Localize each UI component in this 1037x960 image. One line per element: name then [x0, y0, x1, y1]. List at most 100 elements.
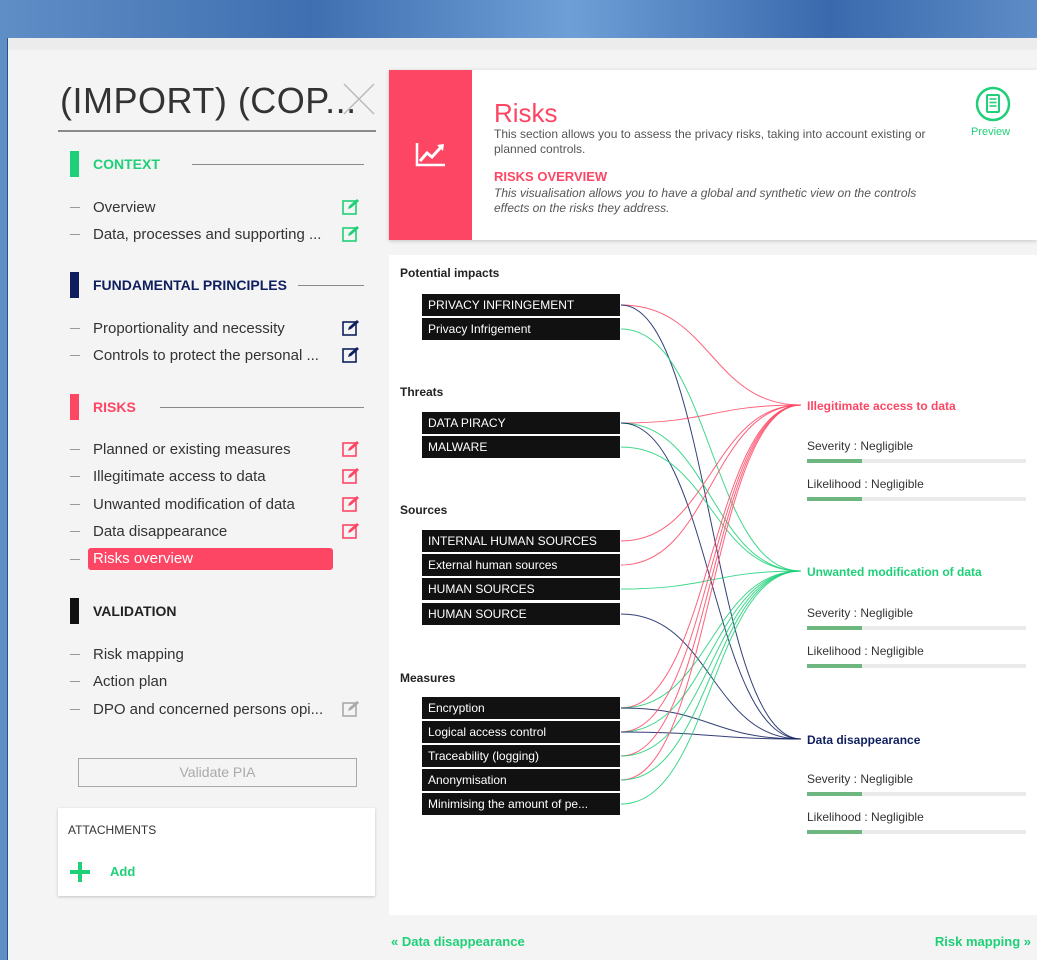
previous-section-link[interactable]: « Data disappearance: [391, 934, 525, 949]
edit-icon[interactable]: [342, 495, 360, 512]
pia-title: (IMPORT) (COP...: [58, 78, 376, 132]
risk-title-unwanted-modification: Unwanted modification of data: [807, 565, 982, 579]
nav-dash: [70, 503, 80, 505]
edit-icon[interactable]: [342, 198, 360, 215]
link-curve: [620, 446, 802, 572]
page-title: Risks: [494, 98, 558, 128]
nav-dash: [70, 680, 80, 682]
link-curve: [620, 404, 802, 424]
risk-likelihood: Likelihood : Negligible: [807, 810, 924, 824]
edit-icon[interactable]: [342, 346, 360, 363]
sidebar-item-controls-protect[interactable]: Controls to protect the personal ...: [70, 343, 370, 367]
node-traceability: Traceability (logging): [422, 745, 620, 767]
nav-dash: [70, 233, 80, 235]
window-top-strip: [8, 38, 1037, 50]
add-attachment-button[interactable]: Add: [110, 864, 135, 879]
risk-severity: Severity : Negligible: [807, 606, 914, 620]
preview-label[interactable]: Preview: [971, 126, 1010, 138]
page-subtitle: RISKS OVERVIEW: [494, 169, 608, 184]
sidebar-item-action-plan[interactable]: Action plan: [70, 669, 370, 693]
nav-dash: [70, 530, 80, 532]
link-curve: [620, 404, 802, 733]
sidebar-item-data-disappearance[interactable]: Data disappearance: [70, 519, 370, 543]
pia-title-text: (IMPORT) (COP...: [60, 80, 357, 121]
sidebar-item-label: Proportionality and necessity: [93, 319, 285, 337]
sidebar-item-label: Illegitimate access to data: [93, 467, 266, 485]
sidebar-item-risks-overview[interactable]: Risks overview: [88, 548, 333, 570]
sidebar-item-planned-measures[interactable]: Planned or existing measures: [70, 437, 370, 461]
node-privacy-infrigement: Privacy Infrigement: [422, 318, 620, 340]
window-titlebar: [0, 0, 1037, 38]
sidebar-item-data-processes[interactable]: Data, processes and supporting ...: [70, 222, 370, 246]
link-curve: [620, 328, 802, 572]
preview-icon[interactable]: [975, 86, 1011, 122]
severity-bar-fill: [807, 459, 862, 463]
close-icon[interactable]: [342, 82, 376, 116]
edit-icon[interactable]: [342, 522, 360, 539]
group-title-measures: Measures: [400, 671, 456, 685]
link-curve: [620, 570, 802, 733]
edit-icon[interactable]: [342, 225, 360, 242]
section-header-card: Risks This section allows you to assess …: [389, 70, 1037, 240]
next-section-link[interactable]: Risk mapping »: [935, 934, 1031, 949]
severity-bar-fill: [807, 626, 862, 630]
node-human-source: HUMAN SOURCE: [422, 603, 620, 625]
likelihood-bar-fill: [807, 664, 862, 668]
likelihood-bar: [807, 664, 1026, 668]
sidebar-item-unwanted-modification[interactable]: Unwanted modification of data: [70, 492, 370, 516]
node-anonymisation: Anonymisation: [422, 769, 620, 791]
sidebar-item-label: Data disappearance: [93, 522, 228, 540]
section-divider: [298, 285, 364, 286]
group-title-potential-impacts: Potential impacts: [400, 266, 500, 280]
plus-icon[interactable]: [70, 862, 90, 882]
section-color-bar: [70, 151, 79, 177]
attachments-panel: ATTACHMENTS Add: [58, 808, 375, 896]
link-curve: [620, 422, 802, 572]
edit-icon[interactable]: [342, 319, 360, 336]
risk-likelihood: Likelihood : Negligible: [807, 644, 924, 658]
node-privacy-infringement: PRIVACY INFRINGEMENT: [422, 294, 620, 316]
sidebar-item-label: Risk mapping: [93, 645, 184, 663]
edit-icon[interactable]: [342, 467, 360, 484]
link-curve: [620, 570, 802, 805]
nav-dash: [70, 559, 80, 560]
page-subdescription: This visualisation allows you to have a …: [494, 186, 917, 215]
sidebar-item-proportionality[interactable]: Proportionality and necessity: [70, 316, 370, 340]
likelihood-bar-fill: [807, 497, 862, 501]
section-divider: [160, 407, 364, 408]
edit-icon[interactable]: [342, 440, 360, 457]
validate-pia-button[interactable]: Validate PIA: [78, 758, 357, 787]
node-internal-human-sources: INTERNAL HUMAN SOURCES: [422, 530, 620, 552]
section-title: FUNDAMENTAL PRINCIPLES: [93, 277, 287, 293]
link-curve: [620, 404, 802, 566]
section-title: VALIDATION: [93, 603, 177, 619]
window-frame: [0, 38, 8, 960]
likelihood-bar: [807, 830, 1026, 834]
section-fundamental-principles: FUNDAMENTAL PRINCIPLES: [70, 272, 364, 298]
risks-overview-diagram: Potential impacts PRIVACY INFRINGEMENT P…: [389, 255, 1037, 915]
group-title-threats: Threats: [400, 385, 444, 399]
section-risks: RISKS: [70, 394, 364, 420]
sidebar-item-risk-mapping[interactable]: Risk mapping: [70, 642, 370, 666]
group-title-sources: Sources: [400, 503, 448, 517]
nav-dash: [70, 708, 80, 710]
severity-bar: [807, 459, 1026, 463]
sidebar-item-dpo-opinion[interactable]: DPO and concerned persons opi...: [70, 697, 370, 721]
sidebar-item-label: Data, processes and supporting ...: [93, 225, 322, 243]
edit-icon[interactable]: [342, 700, 360, 717]
risk-title-data-disappearance: Data disappearance: [807, 733, 921, 747]
risk-likelihood: Likelihood : Negligible: [807, 477, 924, 491]
sidebar-item-overview[interactable]: Overview: [70, 195, 370, 219]
sidebar-item-label: Planned or existing measures: [93, 440, 291, 458]
section-context: CONTEXT: [70, 151, 364, 177]
section-color-bar: [70, 394, 79, 420]
sidebar-item-label: Overview: [93, 198, 156, 216]
severity-bar-fill: [807, 792, 862, 796]
link-curve: [620, 304, 802, 740]
nav-dash: [70, 327, 80, 329]
sidebar-item-label: DPO and concerned persons opi...: [93, 700, 324, 718]
sidebar-item-illegitimate-access[interactable]: Illegitimate access to data: [70, 464, 370, 488]
nav-dash: [70, 448, 80, 450]
section-icon-box: [389, 70, 472, 240]
node-human-sources: HUMAN SOURCES: [422, 578, 620, 600]
